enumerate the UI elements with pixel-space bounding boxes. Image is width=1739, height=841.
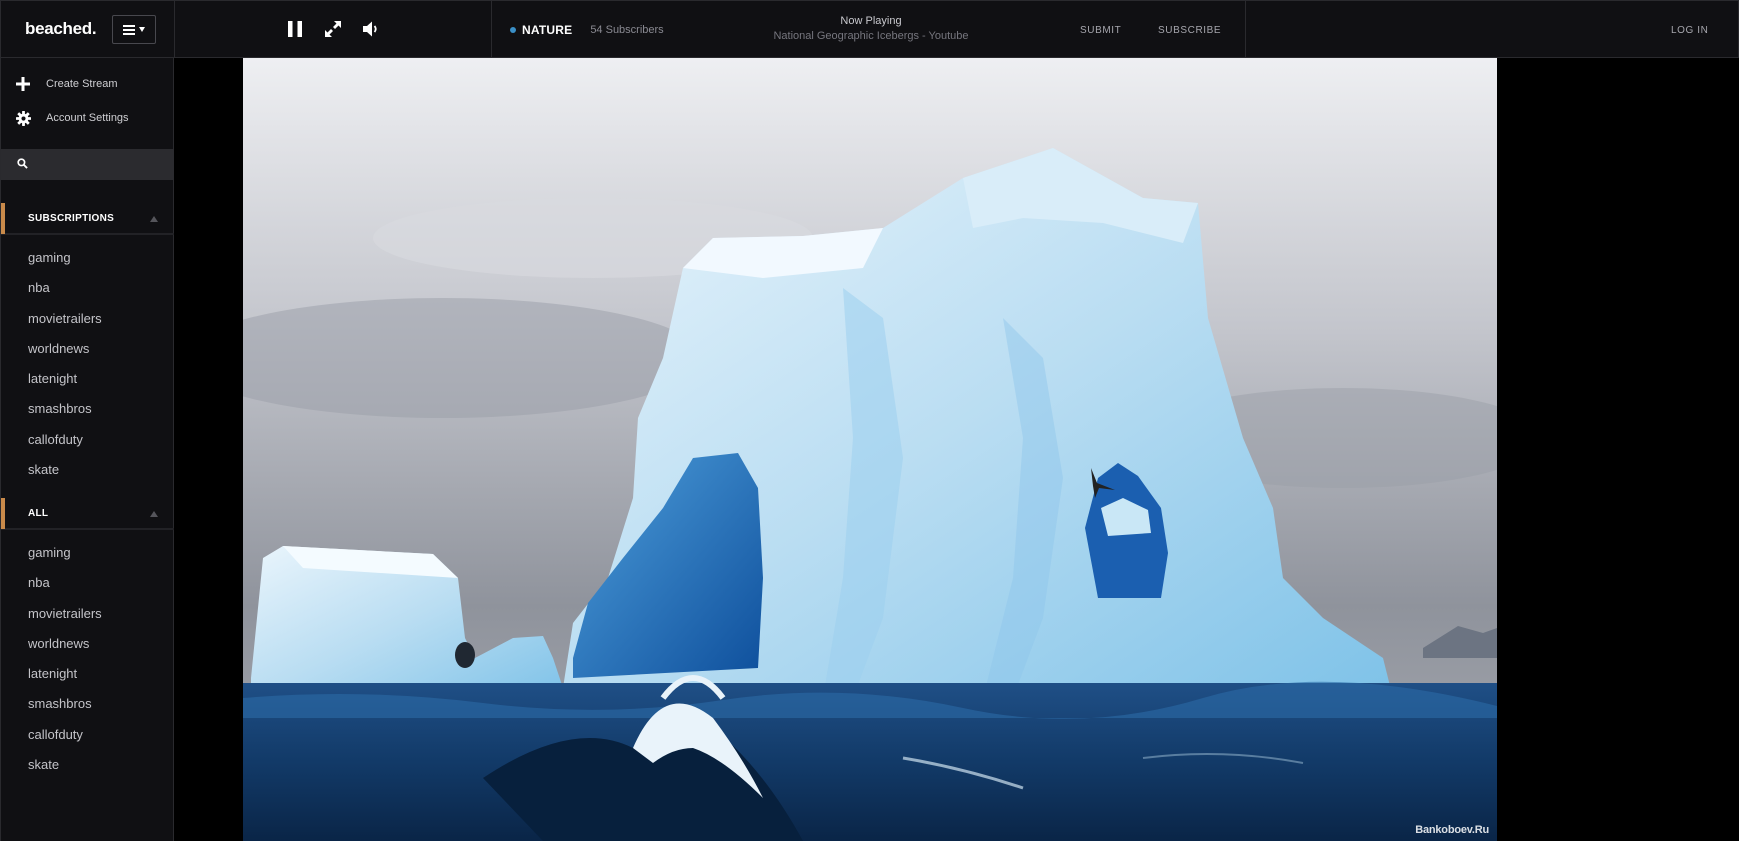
all-item[interactable]: smashbros	[28, 694, 102, 724]
video-frame	[243, 58, 1497, 841]
subscription-item[interactable]: smashbros	[28, 399, 102, 429]
video-player[interactable]: Bankoboev.Ru	[243, 58, 1497, 841]
subscriptions-header[interactable]: SUBSCRIPTIONS	[1, 203, 174, 235]
player-controls	[175, 1, 492, 58]
now-playing-title: National Geographic Icebergs - Youtube	[773, 30, 969, 42]
sidebar: Create Stream Account Settings SUBSCRIPT…	[0, 58, 176, 841]
all-item[interactable]: worldnews	[28, 634, 102, 664]
all-item[interactable]: latenight	[28, 664, 102, 694]
all-item[interactable]: callofduty	[28, 725, 102, 755]
all-item[interactable]: skate	[28, 755, 102, 785]
all-header[interactable]: ALL	[1, 498, 174, 530]
subscription-item[interactable]: skate	[28, 460, 102, 490]
account-settings-label: Account Settings	[46, 112, 129, 124]
chevron-down-icon	[139, 27, 145, 32]
channel-info: NATURE 54 Subscribers	[510, 23, 664, 37]
section-accent	[1, 498, 5, 529]
search-input[interactable]	[36, 157, 176, 172]
expand-icon	[325, 21, 341, 37]
subscriptions-label: SUBSCRIPTIONS	[28, 213, 115, 224]
subscription-item[interactable]: latenight	[28, 369, 102, 399]
subscription-item[interactable]: callofduty	[28, 430, 102, 460]
subscriptions-list: gaming nba movietrailers worldnews laten…	[28, 248, 102, 490]
pause-button[interactable]	[283, 17, 307, 41]
pause-icon	[288, 21, 302, 37]
volume-button[interactable]	[359, 17, 383, 41]
all-item[interactable]: movietrailers	[28, 604, 102, 634]
now-playing: Now Playing National Geographic Icebergs…	[701, 15, 1041, 42]
brand-area: beached.	[1, 1, 175, 58]
subscriber-count: 54 Subscribers	[590, 24, 664, 36]
subscribe-link[interactable]: SUBSCRIBE	[1158, 25, 1221, 36]
plus-icon	[15, 76, 31, 92]
subscription-item[interactable]: nba	[28, 278, 102, 308]
gear-icon	[15, 110, 31, 126]
app-logo[interactable]: beached.	[25, 19, 97, 39]
hamburger-icon	[123, 24, 135, 35]
all-label: ALL	[28, 508, 49, 519]
section-accent	[1, 203, 5, 234]
login-link[interactable]: LOG IN	[1671, 25, 1709, 36]
fullscreen-button[interactable]	[321, 17, 345, 41]
subscription-item[interactable]: movietrailers	[28, 309, 102, 339]
live-dot-icon	[510, 27, 516, 33]
subscription-item[interactable]: worldnews	[28, 339, 102, 369]
all-item[interactable]: nba	[28, 573, 102, 603]
channel-name[interactable]: NATURE	[522, 23, 572, 37]
search-icon	[17, 156, 28, 174]
all-item[interactable]: gaming	[28, 543, 102, 573]
caret-up-icon	[150, 510, 158, 517]
subscription-item[interactable]: gaming	[28, 248, 102, 278]
search-bar	[1, 149, 176, 180]
divider	[1245, 1, 1246, 58]
submit-link[interactable]: SUBMIT	[1080, 25, 1121, 36]
account-settings-button[interactable]: Account Settings	[15, 110, 129, 126]
menu-button[interactable]	[112, 15, 156, 44]
watermark: Bankoboev.Ru	[1415, 824, 1489, 836]
volume-icon	[363, 21, 377, 37]
now-playing-label: Now Playing	[840, 15, 902, 27]
create-stream-button[interactable]: Create Stream	[15, 76, 118, 92]
top-bar: beached. NATURE 54 Subscribers Now Playi…	[0, 0, 1739, 58]
caret-up-icon	[150, 215, 158, 222]
create-stream-label: Create Stream	[46, 78, 118, 90]
all-list: gaming nba movietrailers worldnews laten…	[28, 543, 102, 785]
